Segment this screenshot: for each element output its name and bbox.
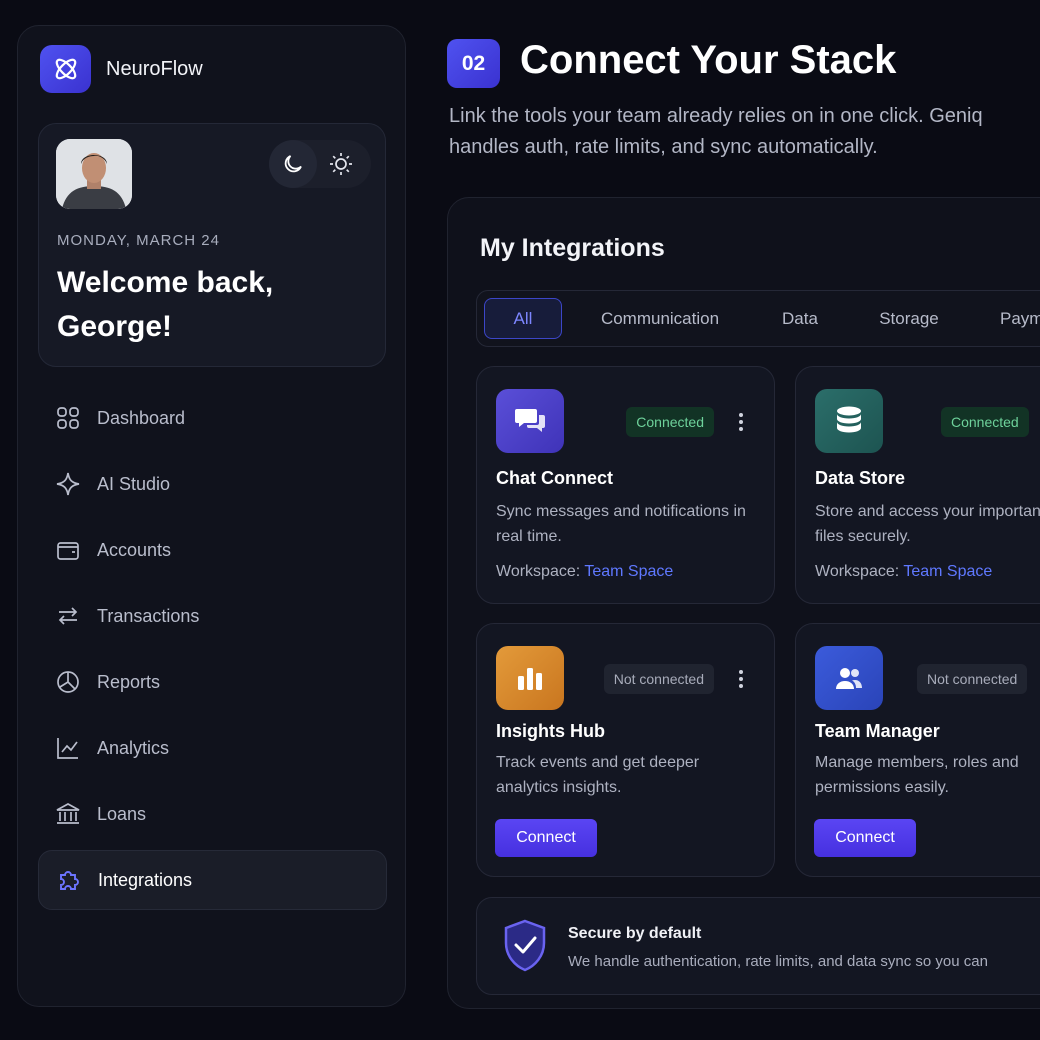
users-icon [815,646,883,710]
workspace-label: Workspace: [815,563,900,580]
connect-button[interactable]: Connect [495,819,597,857]
integration-description: Track events and get deeper analytics in… [496,754,700,796]
panel-title: My Integrations [480,234,665,262]
sidebar-item-label: Integrations [98,869,193,890]
status-badge: Not connected [603,664,714,694]
bank-icon [55,801,81,827]
sidebar-item-accounts[interactable]: Accounts [38,520,387,580]
sidebar-item-loans[interactable]: Loans [38,784,387,844]
workspace-link[interactable]: Team Space [903,563,992,580]
sparkle-icon [55,471,81,497]
transfer-arrows-icon [55,603,81,629]
sidebar-item-integrations[interactable]: Integrations [38,850,387,910]
avatar[interactable] [56,139,132,209]
grid-icon [55,405,81,431]
integration-card-insights-hub[interactable]: Not connected Insights Hub Track events … [476,623,775,877]
page-title: Connect Your Stack [520,38,897,82]
workspace-info: Workspace: Team Space [815,563,992,581]
sidebar: NeuroFlow MONDAY, MARCH 24 Welcome back,… [17,25,406,1007]
connect-button[interactable]: Connect [814,819,916,857]
tab-data[interactable]: Data [758,298,842,339]
chat-bubbles-icon [496,389,564,453]
integration-name: Insights Hub [496,721,605,741]
wallet-icon [55,537,81,563]
secure-banner: Secure by default We handle authenticati… [476,897,1040,995]
sidebar-nav: Dashboard AI Studio Accounts Transaction… [38,388,387,916]
more-options-icon[interactable] [734,668,748,690]
integration-description: Manage members, roles and permissions ea… [815,754,1019,796]
moon-icon[interactable] [269,140,317,188]
puzzle-icon [56,867,82,893]
tab-storage[interactable]: Storage [842,298,976,339]
integration-card-team-manager[interactable]: Not connected Team Manager Manage member… [795,623,1040,877]
sidebar-item-transactions[interactable]: Transactions [38,586,387,646]
page-subtitle: Link the tools your team already relies … [449,105,983,158]
more-options-icon[interactable] [734,411,748,433]
atom-logo-icon [40,45,91,93]
workspace-label: Workspace: [496,563,581,580]
step-badge: 02 [447,39,500,88]
workspace-info: Workspace: Team Space [496,563,673,581]
tab-payments[interactable]: Paym [976,298,1040,339]
bar-chart-icon [496,646,564,710]
category-tabs: All Communication Data Storage Paym [476,290,1040,347]
integration-card-data-store[interactable]: Connected Data Store Store and access yo… [795,366,1040,604]
sun-icon[interactable] [317,140,365,188]
brand[interactable]: NeuroFlow [40,45,203,93]
sidebar-item-ai-studio[interactable]: AI Studio [38,454,387,514]
theme-toggle [269,140,371,188]
integration-description: Store and access your important files se… [815,503,1040,545]
sidebar-item-label: Reports [97,671,161,692]
sidebar-item-analytics[interactable]: Analytics [38,718,387,778]
integration-card-chat-connect[interactable]: Connected Chat Connect Sync messages and… [476,366,775,604]
date-label: MONDAY, MARCH 24 [57,232,220,249]
integration-name: Chat Connect [496,468,613,488]
sidebar-item-label: Loans [97,803,147,824]
welcome-heading: Welcome back, George! [57,266,274,343]
sidebar-item-label: AI Studio [97,473,171,494]
sidebar-item-dashboard[interactable]: Dashboard [38,388,387,448]
line-chart-icon [55,735,81,761]
sidebar-item-label: Dashboard [97,407,186,428]
secure-text: We handle authentication, rate limits, a… [568,953,988,970]
welcome-card: MONDAY, MARCH 24 Welcome back, George! [38,123,386,367]
brand-name: NeuroFlow [106,57,203,80]
database-icon [815,389,883,453]
sidebar-item-label: Accounts [97,539,172,560]
integration-description: Sync messages and notifications in real … [496,503,746,545]
integration-name: Team Manager [815,721,940,741]
sidebar-item-label: Analytics [97,737,170,758]
integration-name: Data Store [815,468,906,488]
status-badge: Connected [626,407,714,437]
workspace-link[interactable]: Team Space [584,563,673,580]
sidebar-item-reports[interactable]: Reports [38,652,387,712]
status-badge: Not connected [917,664,1028,694]
sidebar-item-label: Transactions [97,605,200,626]
integrations-panel: My Integrations All Communication Data S… [447,197,1040,1009]
tab-all[interactable]: All [484,298,562,339]
secure-title: Secure by default [568,925,702,942]
shield-check-icon [504,919,546,972]
pie-chart-icon [55,669,81,695]
status-badge: Connected [941,407,1029,437]
tab-communication[interactable]: Communication [562,298,758,339]
